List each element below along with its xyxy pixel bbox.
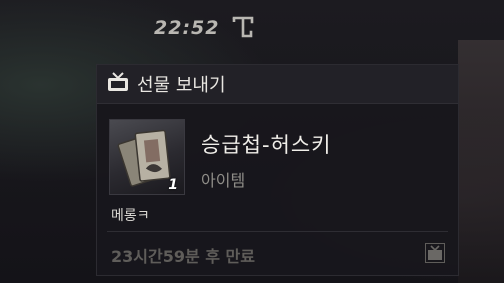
panel-header: 선물 보내기 <box>97 65 458 104</box>
item-texts: 승급첩-허스키 아이템 <box>201 119 332 195</box>
clock-bar: 22:52 <box>154 14 255 42</box>
sender-name: 메롱ㅋ <box>111 208 150 224</box>
item-count: 1 <box>168 177 178 193</box>
divider <box>107 231 448 232</box>
gift-item-row: 1 승급첩-허스키 아이템 <box>109 119 332 195</box>
item-name: 승급첩-허스키 <box>201 133 332 157</box>
clock-time: 22:52 <box>154 17 220 39</box>
panel-title: 선물 보내기 <box>137 75 226 96</box>
background-character <box>458 40 504 283</box>
expiry-text: 23시간59분 후 만료 <box>111 247 255 266</box>
item-type: 아이템 <box>201 171 246 190</box>
gift-box-icon[interactable] <box>425 243 445 267</box>
t-badge-icon[interactable] <box>231 15 255 41</box>
item-slot[interactable]: 1 <box>109 119 185 195</box>
gift-send-panel: 선물 보내기 1 승급첩-허스키 아이템 메롱ㅋ 23시간59분 후 만료 <box>96 64 459 276</box>
gift-box-icon <box>107 71 129 97</box>
